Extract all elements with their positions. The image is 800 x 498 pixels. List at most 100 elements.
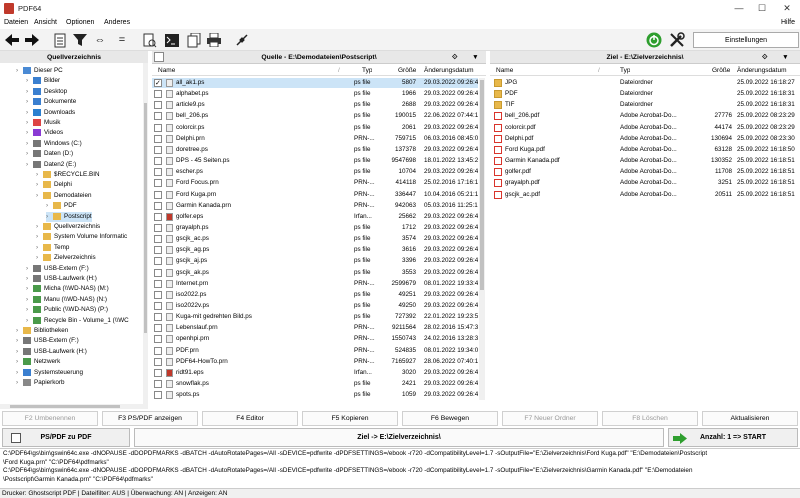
tree-node[interactable]: › Quellverzeichnis: [36, 222, 100, 232]
target-file-row[interactable]: Delphi.pdf Adobe Acrobat-Do... 130694 25.09…: [490, 134, 800, 144]
tree-node[interactable]: › Papierkorb: [16, 378, 64, 388]
tree-node[interactable]: › Systemsteuerung: [16, 368, 83, 378]
source-scrollbar[interactable]: [479, 78, 485, 400]
document-icon[interactable]: [52, 32, 68, 48]
expand-chevron-icon[interactable]: ›: [26, 316, 33, 326]
checkbox-icon[interactable]: [154, 357, 162, 366]
tree-node[interactable]: › System Volume Informatic: [36, 232, 127, 242]
source-file-list[interactable]: ✓ all_ak1.ps ps file 5807 29.03.2022 09:26:4…: [152, 78, 478, 400]
fkey-button-8[interactable]: Aktualisieren: [702, 411, 798, 426]
tree-node[interactable]: › USB-Laufwerk (H:): [16, 347, 87, 357]
source-file-row[interactable]: PDF.prn PRN-... 524835 08.01.2022 19:34:0: [152, 346, 478, 356]
expand-chevron-icon[interactable]: ›: [26, 87, 33, 97]
source-refresh-icon[interactable]: ⟐: [452, 51, 457, 64]
tree-node[interactable]: › Bilder: [26, 76, 60, 86]
menu-ansicht[interactable]: Ansicht: [34, 19, 57, 26]
forward-arrow-icon[interactable]: [24, 32, 40, 48]
target-file-row[interactable]: gscjk_ac.pdf Adobe Acrobat-Do... 20511 25.0…: [490, 190, 800, 200]
folder-tree[interactable]: › Dieser PC › Bilder › Desktop › Dokumente › Down…: [0, 63, 148, 404]
checkbox-icon[interactable]: [154, 302, 162, 310]
source-file-row[interactable]: openhpi.prn PRN-... 1550743 24.02.2016 13:2…: [152, 334, 478, 344]
filter-icon[interactable]: [72, 32, 88, 48]
tree-node[interactable]: › Demodateien: [36, 191, 91, 201]
source-file-row[interactable]: gscjk_aj.ps ps file 3396 29.03.2022 09:26:4: [152, 256, 478, 266]
checkbox-icon[interactable]: [154, 134, 162, 143]
expand-chevron-icon[interactable]: ›: [36, 170, 43, 180]
tree-node[interactable]: › Recycle Bin - Volume_1 (\\WC: [26, 316, 129, 326]
checkbox-icon[interactable]: [154, 368, 162, 377]
source-col-name[interactable]: Name: [158, 65, 175, 76]
expand-chevron-icon[interactable]: ›: [16, 326, 23, 336]
tree-node[interactable]: › Public (\\WD-NAS) (P:): [26, 305, 108, 315]
menu-anderes[interactable]: Anderes: [104, 19, 130, 26]
source-file-row[interactable]: ridt91.eps Irfan... 3020 29.03.2022 09:26:4: [152, 368, 478, 378]
fkey-button-5[interactable]: F6 Bewegen: [402, 411, 498, 426]
expand-chevron-icon[interactable]: ›: [26, 264, 33, 274]
target-file-row[interactable]: grayalph.pdf Adobe Acrobat-Do... 3251 25.09…: [490, 178, 800, 188]
expand-chevron-icon[interactable]: ›: [16, 368, 23, 378]
fkey-button-2[interactable]: F3 PS/PDF anzeigen: [102, 411, 198, 426]
expand-chevron-icon[interactable]: ›: [46, 212, 53, 222]
fkey-button-4[interactable]: F5 Kopieren: [302, 411, 398, 426]
tree-node[interactable]: › Manu (\\WD-NAS) (N:): [26, 295, 107, 305]
expand-chevron-icon[interactable]: ›: [36, 180, 43, 190]
source-col-type[interactable]: Typ: [362, 65, 372, 76]
source-file-row[interactable]: colorcir.ps ps file 2061 29.03.2022 09:26:4: [152, 123, 478, 133]
power-icon[interactable]: [645, 32, 663, 48]
checkbox-icon[interactable]: ✓: [154, 79, 162, 87]
tree-node[interactable]: › Delphi: [36, 180, 72, 190]
expand-chevron-icon[interactable]: ›: [26, 118, 33, 128]
tree-node[interactable]: › Downloads: [26, 108, 75, 118]
tree-node[interactable]: › Netzwerk: [16, 357, 60, 367]
target-col-size[interactable]: Größe: [712, 65, 730, 76]
tree-node[interactable]: › Desktop: [26, 87, 67, 97]
expand-chevron-icon[interactable]: ›: [26, 76, 33, 86]
checkbox-icon[interactable]: [154, 268, 162, 277]
checkbox-icon[interactable]: [154, 112, 162, 121]
expand-chevron-icon[interactable]: ›: [16, 357, 23, 367]
source-col-size[interactable]: Größe: [398, 65, 416, 76]
source-file-row[interactable]: Internet.prn PRN-... 2599679 08.01.2022 19:…: [152, 279, 478, 289]
source-file-row[interactable]: Kuga-mit gedrehten Bild.ps ps file 727392 2…: [152, 312, 478, 322]
expand-chevron-icon[interactable]: ›: [26, 295, 33, 305]
source-file-row[interactable]: spots.ps ps file 1059 29.03.2022 09:26:4: [152, 390, 478, 400]
tree-hscrollbar-thumb[interactable]: [10, 405, 120, 408]
target-file-row[interactable]: colorcir.pdf Adobe Acrobat-Do... 44174 25.0…: [490, 123, 800, 133]
target-col-date[interactable]: Änderungsdatum: [737, 65, 787, 76]
tree-node[interactable]: › Windows (C:): [26, 139, 82, 149]
expand-chevron-icon[interactable]: ›: [36, 191, 43, 201]
checkbox-icon[interactable]: [154, 157, 162, 166]
menu-dateien[interactable]: Dateien: [4, 19, 28, 26]
checkbox-icon[interactable]: [154, 391, 162, 400]
expand-chevron-icon[interactable]: ›: [26, 128, 33, 138]
checkbox-icon[interactable]: [154, 90, 162, 99]
source-file-row[interactable]: Ford Focus.prn PRN-... 414118 25.02.2016 17…: [152, 178, 478, 188]
tree-scrollbar-thumb[interactable]: [144, 103, 147, 333]
fkey-button-6[interactable]: F7 Neuer Ordner: [502, 411, 598, 426]
source-dropdown-icon[interactable]: ▼: [472, 51, 479, 64]
tree-scrollbar[interactable]: [143, 63, 148, 404]
target-file-row[interactable]: Garmin Kanada.pdf Adobe Acrobat-Do... 1303…: [490, 156, 800, 166]
swap-arrows-icon[interactable]: ⇔: [92, 32, 108, 48]
expand-chevron-icon[interactable]: ›: [36, 222, 43, 232]
tree-node[interactable]: › Micha (\\WD-NAS) (M:): [26, 284, 109, 294]
source-file-row[interactable]: gscjk_ak.ps ps file 3553 29.03.2022 09:26:4: [152, 268, 478, 278]
expand-chevron-icon[interactable]: ›: [16, 378, 23, 388]
expand-chevron-icon[interactable]: ›: [16, 336, 23, 346]
checkbox-icon[interactable]: [154, 335, 162, 344]
source-file-row[interactable]: Lebenslauf.prn PRN-... 9211564 28.02.2016 1…: [152, 323, 478, 333]
checkbox-icon[interactable]: [154, 313, 162, 322]
checkbox-icon[interactable]: [154, 279, 162, 288]
source-scrollbar-thumb[interactable]: [480, 80, 484, 290]
checkbox-icon[interactable]: [154, 123, 162, 132]
checkbox-icon[interactable]: [154, 324, 162, 333]
checkbox-icon[interactable]: [154, 257, 162, 266]
console-icon[interactable]: [164, 32, 180, 48]
source-file-row[interactable]: doretree.ps ps file 137378 29.03.2022 09:26…: [152, 145, 478, 155]
checkbox-icon[interactable]: [154, 380, 162, 389]
tools-icon[interactable]: [668, 32, 686, 48]
tree-node[interactable]: › Zielverzeichnis: [36, 253, 96, 263]
menu-hilfe[interactable]: Hilfe: [781, 19, 795, 26]
expand-chevron-icon[interactable]: ›: [26, 108, 33, 118]
target-file-row[interactable]: bell_206.pdf Adobe Acrobat-Do... 27776 25.0…: [490, 111, 800, 121]
